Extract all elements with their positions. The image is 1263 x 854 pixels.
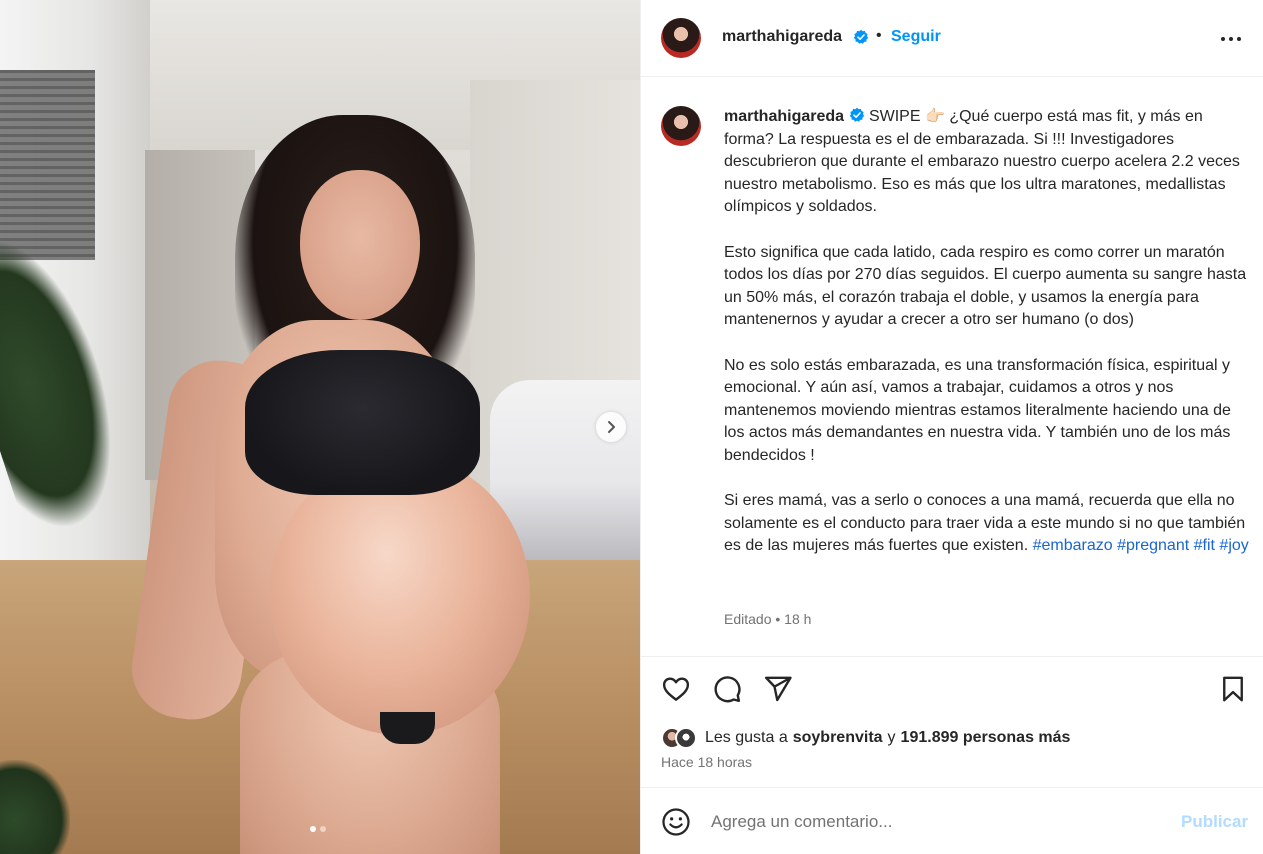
heart-icon[interactable] — [661, 674, 691, 704]
post-header: marthahigareda • Seguir — [641, 0, 1263, 77]
edited-info: Editado • 18 h — [724, 611, 811, 627]
verified-badge-icon — [849, 107, 864, 122]
more-options-icon[interactable] — [1219, 27, 1243, 51]
caption-avatar[interactable] — [661, 106, 701, 146]
caption-paragraph-1: marthahigareda SWIPE 👉🏻 ¿Qué cuerpo está… — [724, 106, 1249, 219]
photo-figure-belly — [270, 455, 530, 735]
edited-time[interactable]: 18 h — [784, 611, 811, 627]
publish-button[interactable]: Publicar — [1181, 812, 1248, 832]
hashtag-link[interactable]: #pregnant — [1117, 537, 1189, 554]
post-photo[interactable] — [0, 0, 640, 854]
comment-bar: Publicar — [641, 787, 1263, 854]
carousel-next-button[interactable] — [596, 412, 626, 442]
emoji-icon[interactable] — [661, 807, 691, 837]
likes-prefix: Les gusta a — [705, 729, 788, 746]
username-link[interactable]: marthahigareda — [722, 28, 842, 46]
share-icon[interactable] — [763, 674, 793, 704]
hashtag-link[interactable]: #embarazo — [1033, 537, 1113, 554]
post-actions: Les gusta a soybrenvita y 191.899 person… — [641, 656, 1263, 786]
carousel-dot — [320, 826, 326, 832]
post-side-panel: marthahigareda • Seguir marthahigareda S… — [640, 0, 1263, 854]
header-separator: • — [876, 27, 882, 44]
photo-plant-lower — [0, 760, 70, 854]
likes-count-link[interactable]: 191.899 personas más — [901, 729, 1071, 747]
likes-conjunction: y — [887, 729, 896, 746]
caption-paragraph-2: Esto significa que cada latido, cada res… — [724, 243, 1247, 329]
likes-summary: Les gusta a soybrenvita y 191.899 person… — [661, 727, 1070, 749]
avatar[interactable] — [661, 18, 701, 58]
comment-icon[interactable] — [712, 674, 742, 704]
caption-username-link[interactable]: marthahigareda — [724, 108, 844, 125]
post-timestamp[interactable]: Hace 18 horas — [661, 754, 752, 770]
verified-badge-icon — [853, 29, 869, 48]
bookmark-icon[interactable] — [1218, 674, 1248, 704]
photo-figure-face — [300, 170, 420, 320]
carousel-dot-active — [310, 826, 316, 832]
caption-area: marthahigareda SWIPE 👉🏻 ¿Qué cuerpo está… — [641, 78, 1263, 655]
caption-paragraph-4: Si eres mamá, vas a serlo o conoces a un… — [724, 490, 1249, 558]
hashtag-link[interactable]: #joy — [1219, 537, 1248, 554]
likes-username-link[interactable]: soybrenvita — [793, 729, 883, 747]
photo-figure-top — [245, 350, 480, 495]
liker-avatar[interactable] — [675, 727, 697, 749]
follow-button[interactable]: Seguir — [891, 28, 941, 46]
caption-text: marthahigareda SWIPE 👉🏻 ¿Qué cuerpo está… — [724, 106, 1249, 558]
comment-input[interactable] — [711, 808, 1161, 836]
edited-separator: • — [775, 611, 781, 627]
chevron-right-icon — [608, 421, 615, 433]
caption-paragraph-3: No es solo estás embarazada, es una tran… — [724, 356, 1231, 464]
photo-figure-bottom — [380, 712, 435, 744]
hashtag-link[interactable]: #fit — [1194, 537, 1215, 554]
edited-label: Editado — [724, 611, 772, 627]
carousel-indicator — [310, 826, 326, 832]
